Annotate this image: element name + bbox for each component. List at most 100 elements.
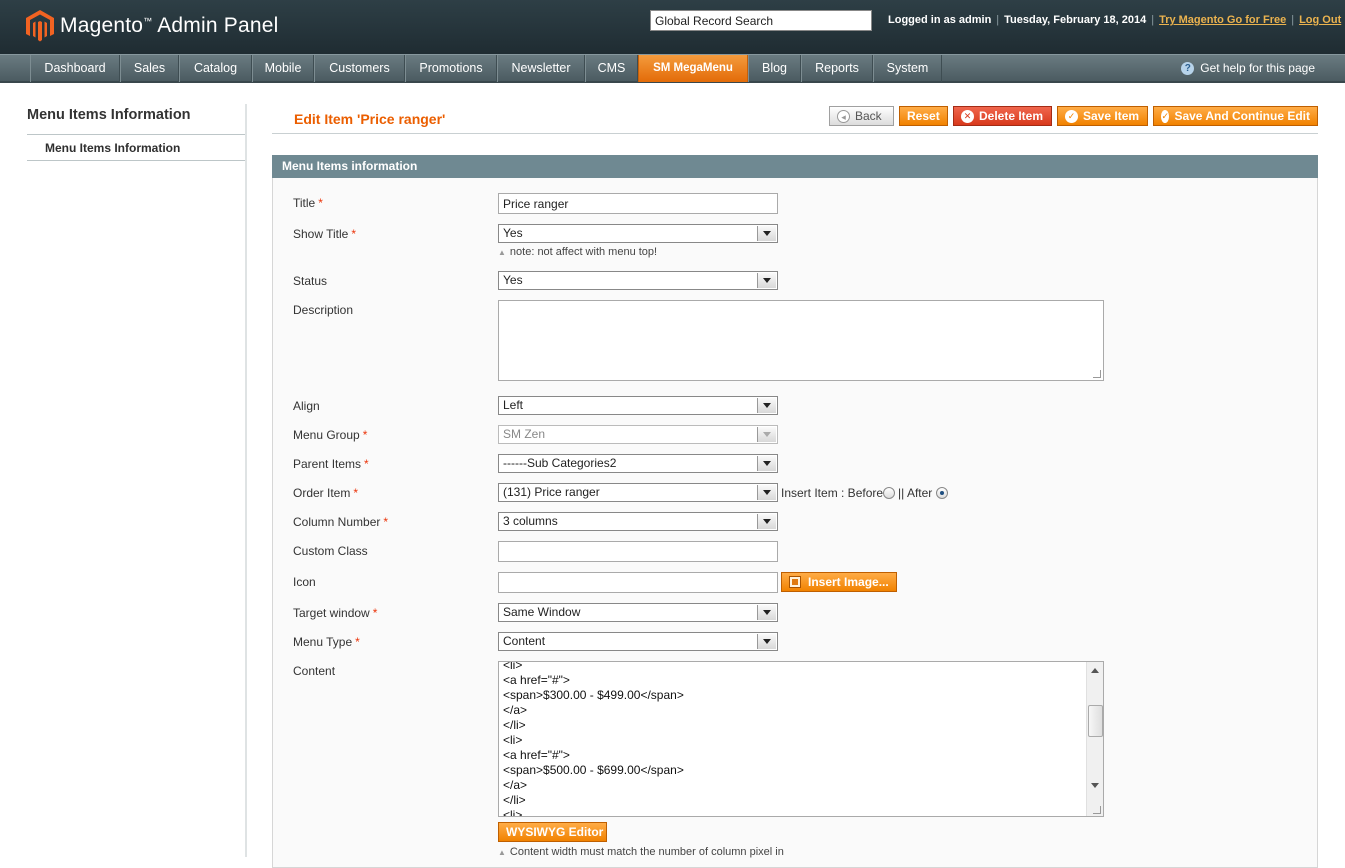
- menu-type-label: Menu Type *: [293, 635, 360, 649]
- save-item-button[interactable]: ✓ Save Item: [1057, 106, 1148, 126]
- align-select[interactable]: Left: [498, 396, 778, 415]
- global-search-input[interactable]: [650, 10, 872, 31]
- column-number-select[interactable]: 3 columns: [498, 512, 778, 531]
- image-icon: [789, 576, 801, 588]
- note-triangle-icon: ▲: [498, 848, 506, 857]
- parent-items-select[interactable]: ------Sub Categories2: [498, 454, 778, 473]
- insert-after-label: || After: [898, 486, 933, 500]
- description-textarea[interactable]: [498, 300, 1104, 381]
- fieldset-legend: Menu Items information: [272, 155, 1318, 178]
- column-number-label: Column Number *: [293, 515, 389, 529]
- chevron-down-icon: [757, 427, 776, 442]
- nav-customers[interactable]: Customers: [314, 55, 405, 82]
- delete-icon: ✕: [961, 109, 974, 123]
- order-item-select[interactable]: (131) Price ranger: [498, 483, 778, 502]
- page-title: Edit Item 'Price ranger': [294, 111, 446, 127]
- nav-sm-megamenu[interactable]: SM MegaMenu: [638, 55, 748, 82]
- delete-item-button[interactable]: ✕ Delete Item: [953, 106, 1052, 126]
- show-title-label: Show Title *: [293, 227, 357, 241]
- chevron-down-icon: [757, 398, 776, 413]
- sidebar-divider: [27, 160, 246, 161]
- logged-in-text: Logged in as admin: [888, 14, 992, 26]
- icon-input[interactable]: [498, 572, 778, 593]
- back-arrow-icon: ◂: [837, 109, 850, 123]
- nav-promotions[interactable]: Promotions: [405, 55, 497, 82]
- chevron-down-icon: [757, 456, 776, 471]
- status-select[interactable]: Yes: [498, 271, 778, 290]
- scroll-up-icon: [1091, 668, 1099, 673]
- menu-group-label: Menu Group *: [293, 428, 368, 442]
- content-textarea[interactable]: <li> <a href="#"> <span>$300.00 - $499.0…: [498, 661, 1104, 817]
- nav-newsletter[interactable]: Newsletter: [497, 55, 585, 82]
- chevron-down-icon: [757, 605, 776, 620]
- magento-logo-icon: [26, 10, 54, 42]
- sidebar-divider: [27, 134, 246, 135]
- sidebar-title: Menu Items Information: [27, 107, 191, 123]
- insert-before-radio[interactable]: [883, 487, 896, 499]
- content-label: Content: [293, 664, 336, 678]
- nav-system[interactable]: System: [873, 55, 942, 82]
- sidebar-tab-menu-items-information[interactable]: Menu Items Information: [45, 141, 180, 155]
- nav-cms[interactable]: CMS: [585, 55, 638, 82]
- chevron-down-icon: [757, 634, 776, 649]
- content-text: <li> <a href="#"> <span>$300.00 - $499.0…: [503, 661, 684, 817]
- delete-button-label: Delete Item: [979, 109, 1044, 123]
- try-magento-link[interactable]: Try Magento Go for Free: [1159, 14, 1286, 26]
- logout-link[interactable]: Log Out: [1299, 14, 1341, 26]
- reset-button-label: Reset: [907, 109, 940, 123]
- note-triangle-icon: ▲: [498, 248, 506, 257]
- admin-header: Magento™ Admin Panel Logged in as admin|…: [0, 0, 1345, 54]
- main-nav: Dashboard Sales Catalog Mobile Customers…: [0, 54, 1345, 83]
- show-title-note: ▲ note: not affect with menu top!: [498, 246, 658, 258]
- insert-image-button[interactable]: Insert Image...: [781, 572, 897, 592]
- logo-text: Magento™ Admin Panel: [60, 14, 279, 37]
- title-input[interactable]: [498, 193, 778, 214]
- custom-class-label: Custom Class: [293, 544, 368, 558]
- target-window-select[interactable]: Same Window: [498, 603, 778, 622]
- reset-button[interactable]: Reset: [899, 106, 948, 126]
- insert-before-label: Insert Item : Before: [781, 486, 884, 500]
- nav-sales[interactable]: Sales: [120, 55, 179, 82]
- sidebar-border: [245, 104, 247, 857]
- magento-logo[interactable]: Magento™ Admin Panel: [26, 9, 279, 43]
- wysiwyg-label: WYSIWYG Editor: [506, 825, 604, 839]
- scroll-thumb: [1088, 705, 1103, 737]
- description-label: Description: [293, 303, 354, 317]
- help-text: Get help for this page: [1200, 61, 1315, 75]
- header-links: Logged in as admin | Tuesday, February 18,…: [888, 14, 1342, 26]
- align-label: Align: [293, 399, 320, 413]
- chevron-down-icon: [757, 273, 776, 288]
- help-icon: ?: [1181, 61, 1195, 75]
- insert-after-radio[interactable]: [936, 487, 949, 499]
- order-item-label: Order Item *: [293, 486, 359, 500]
- chevron-down-icon: [757, 514, 776, 529]
- menu-group-select: SM Zen: [498, 425, 778, 444]
- save-and-continue-button[interactable]: ✓ Save And Continue Edit: [1153, 106, 1318, 126]
- save-continue-check-icon: ✓: [1161, 109, 1170, 123]
- back-button[interactable]: ◂ Back: [829, 106, 894, 126]
- nav-reports[interactable]: Reports: [801, 55, 873, 82]
- resize-grip-icon[interactable]: [1093, 370, 1101, 378]
- nav-catalog[interactable]: Catalog: [179, 55, 252, 82]
- target-window-label: Target window *: [293, 606, 378, 620]
- page-title-divider: [272, 133, 1318, 134]
- content-note: ▲ Content width must match the number of …: [498, 846, 784, 858]
- date-text: Tuesday, February 18, 2014: [1004, 14, 1147, 26]
- custom-class-input[interactable]: [498, 541, 778, 562]
- nav-mobile[interactable]: Mobile: [252, 55, 314, 82]
- save-button-label: Save Item: [1083, 109, 1140, 123]
- nav-blog[interactable]: Blog: [748, 55, 801, 82]
- wysiwyg-editor-button[interactable]: WYSIWYG Editor: [498, 822, 607, 842]
- save-check-icon: ✓: [1065, 109, 1078, 123]
- show-title-select[interactable]: Yes: [498, 224, 778, 243]
- chevron-down-icon: [757, 226, 776, 241]
- menu-type-select[interactable]: Content: [498, 632, 778, 651]
- save-continue-button-label: Save And Continue Edit: [1174, 109, 1310, 123]
- title-label: Title *: [293, 196, 323, 210]
- content-scrollbar[interactable]: [1086, 662, 1103, 816]
- resize-grip-icon[interactable]: [1093, 806, 1101, 814]
- status-label: Status: [293, 274, 328, 288]
- nav-dashboard[interactable]: Dashboard: [30, 55, 120, 82]
- back-button-label: Back: [855, 109, 882, 123]
- help-link[interactable]: ? Get help for this page: [1181, 61, 1315, 75]
